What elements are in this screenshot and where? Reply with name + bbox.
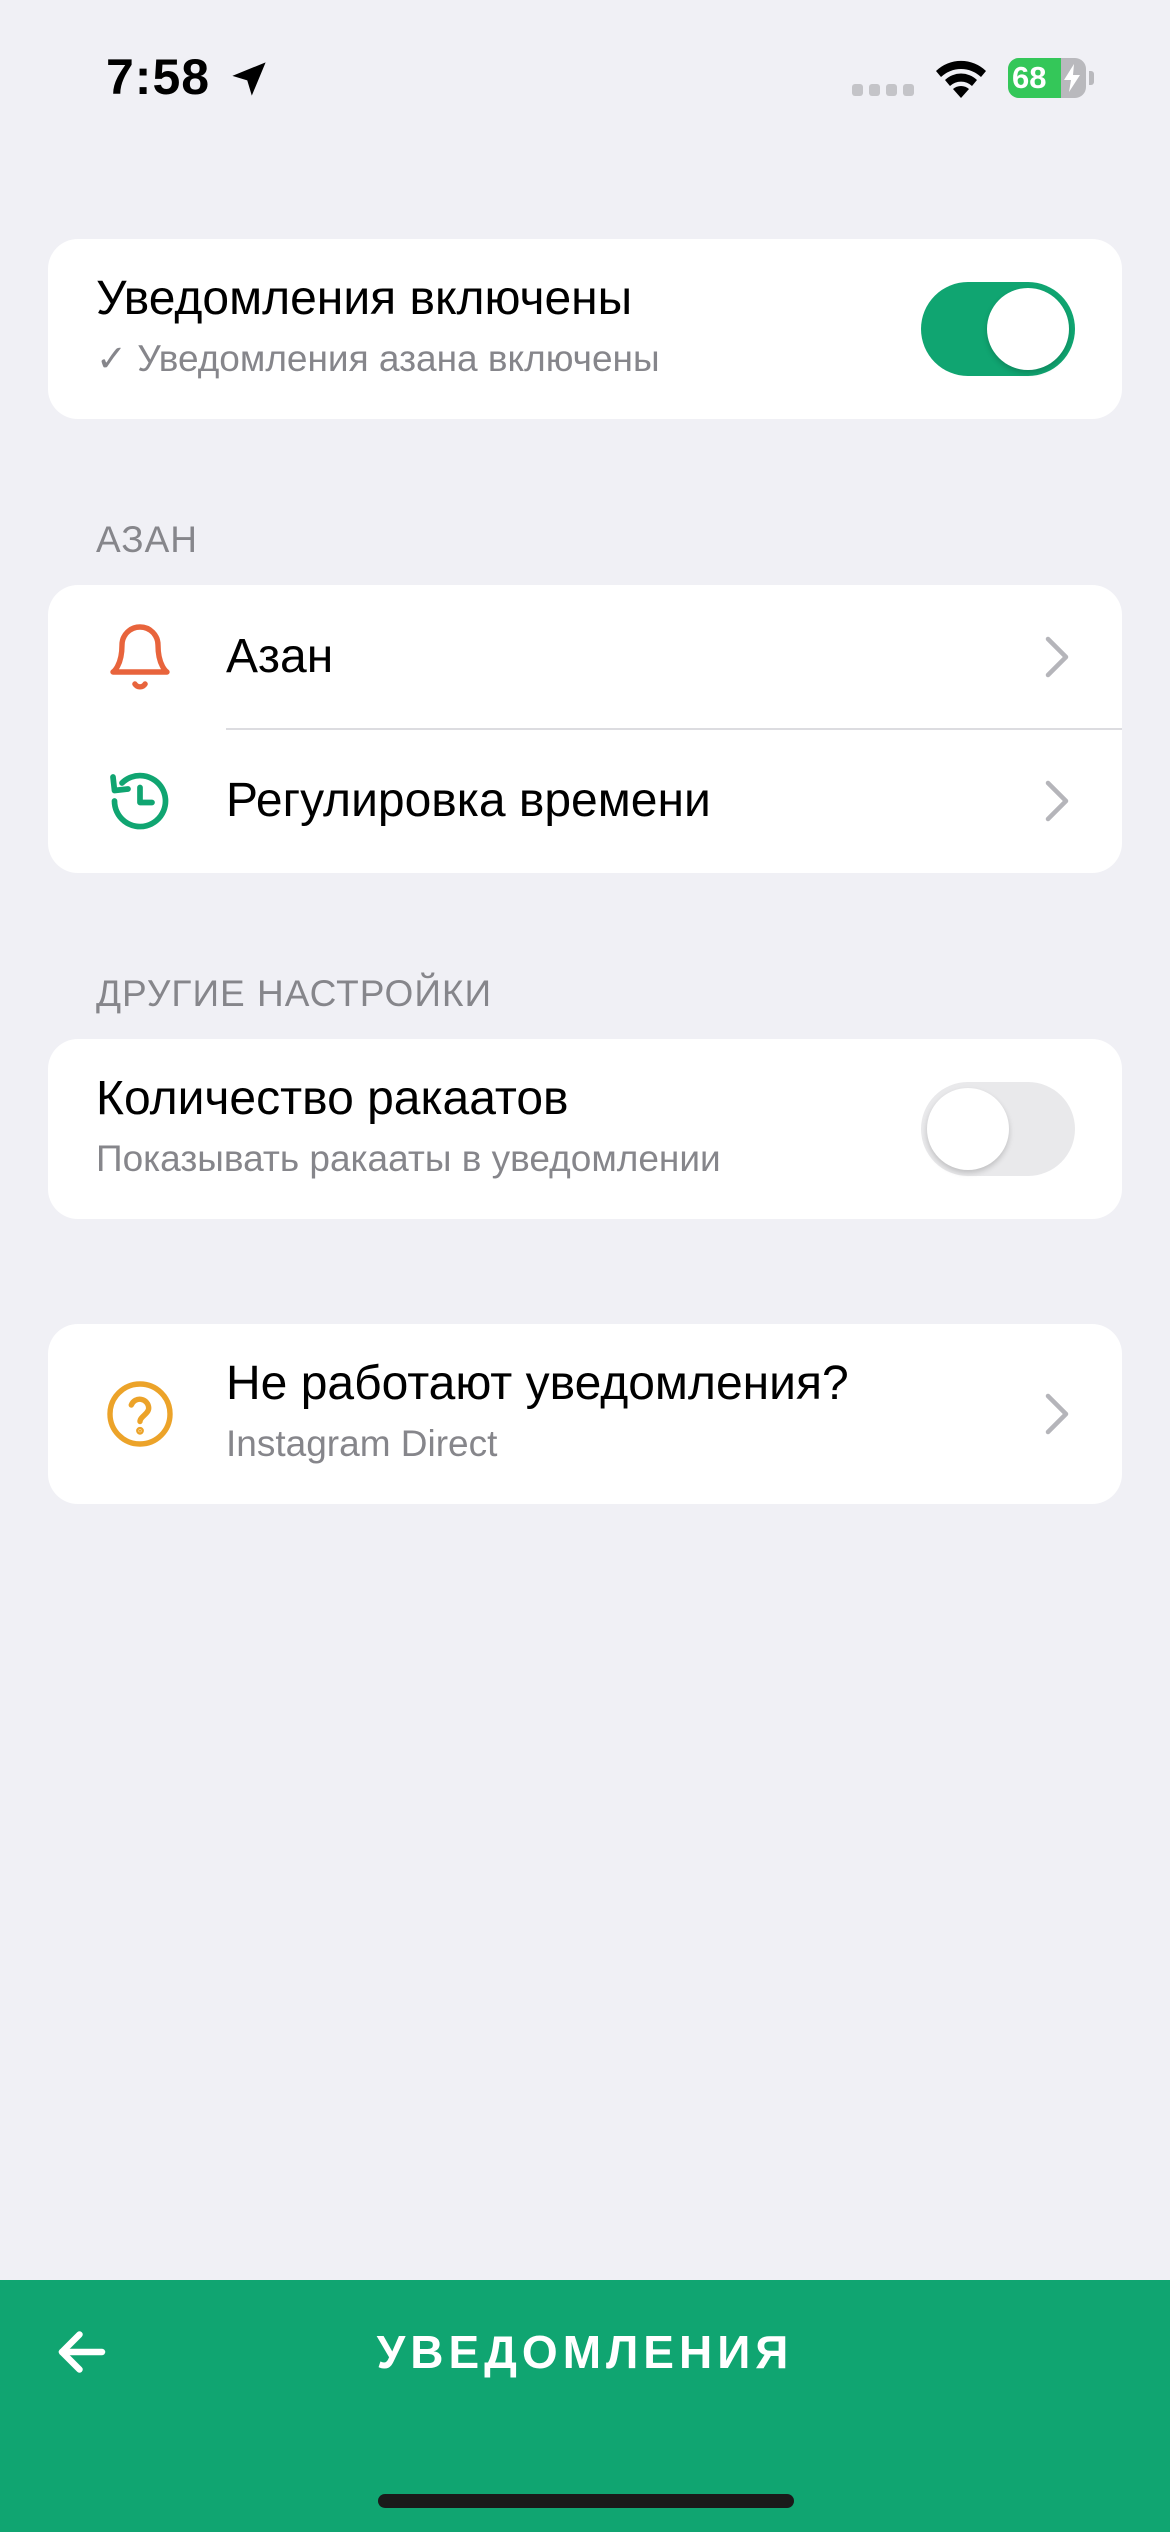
section-header-azan: АЗАН — [96, 519, 199, 560]
rakaat-toggle[interactable] — [921, 1082, 1075, 1176]
status-time: 7:58 — [106, 49, 211, 105]
history-clock-icon — [110, 772, 169, 830]
list-item-label: Азан — [226, 630, 334, 683]
page-title: УВЕДОМЛЕНИЯ — [376, 2326, 794, 2378]
toggle-knob — [987, 288, 1069, 370]
help-title: Не работают уведомления? — [226, 1357, 849, 1410]
help-card[interactable]: Не работают уведомления? Instagram Direc… — [48, 1324, 1122, 1504]
battery-icon: 68 — [1008, 58, 1086, 98]
help-subtitle: Instagram Direct — [226, 1423, 498, 1464]
location-arrow-icon — [232, 62, 266, 96]
rakaat-card: Количество ракаатов Показывать ракааты в… — [48, 1039, 1122, 1219]
toggle-knob — [927, 1088, 1009, 1170]
notifications-subtitle: ✓ Уведомления азана включены — [96, 338, 660, 379]
battery-level: 68 — [1012, 60, 1047, 95]
cellular-signal-icon — [852, 84, 914, 96]
chevron-right-icon — [1045, 780, 1069, 822]
list-item-time-adjustment[interactable]: Регулировка времени — [48, 729, 1122, 873]
section-header-other: ДРУГИЕ НАСТРОЙКИ — [96, 973, 493, 1014]
list-item-azan[interactable]: Азан — [48, 585, 1122, 730]
bell-icon — [110, 624, 170, 690]
question-circle-icon — [107, 1381, 173, 1447]
rakaat-title: Количество ракаатов — [96, 1072, 569, 1125]
notifications-title: Уведомления включены — [96, 272, 633, 325]
status-bar: 7:58 68 — [0, 0, 1170, 150]
list-item-label: Регулировка времени — [226, 774, 711, 827]
bottom-bar: УВЕДОМЛЕНИЯ — [0, 2280, 1170, 2532]
charging-bolt-icon — [1064, 64, 1080, 92]
battery-cap — [1089, 71, 1094, 85]
rakaat-subtitle: Показывать ракааты в уведомлении — [96, 1138, 721, 1179]
notifications-toggle[interactable] — [921, 282, 1075, 376]
chevron-right-icon — [1045, 636, 1069, 678]
notifications-card: Уведомления включены ✓ Уведомления азана… — [48, 239, 1122, 419]
home-indicator — [378, 2494, 794, 2508]
wifi-icon — [936, 60, 986, 98]
chevron-right-icon — [1045, 1393, 1069, 1435]
azan-card: Азан Регулировка времени — [48, 585, 1122, 873]
